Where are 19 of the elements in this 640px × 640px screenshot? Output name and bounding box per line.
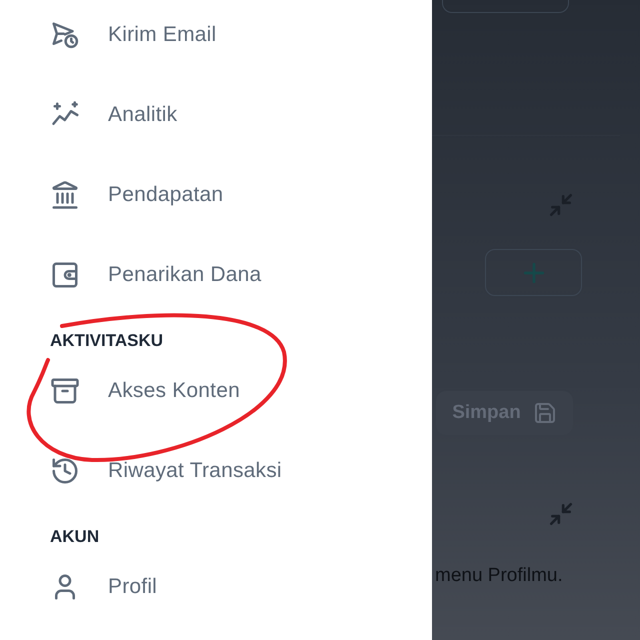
bank-icon — [50, 180, 80, 210]
section-heading: AKUN — [50, 526, 100, 547]
menu-item[interactable]: Riwayat Transaksi — [50, 431, 432, 511]
menu-item[interactable]: Pendapatan — [50, 155, 432, 235]
save-icon — [532, 401, 557, 425]
menu-item[interactable]: Profil — [50, 547, 432, 627]
history-icon — [50, 456, 80, 486]
archive-box-icon — [50, 376, 80, 406]
menu-item[interactable]: Penarikan Dana — [50, 235, 432, 315]
note-text: menu Profilmu. — [435, 565, 564, 587]
wallet-icon — [50, 260, 80, 290]
menu-item[interactable]: Akses Konten — [50, 351, 432, 431]
collapse-icon[interactable] — [548, 192, 574, 218]
collapse-icon[interactable] — [548, 501, 574, 527]
menu-item[interactable]: Analitik — [50, 75, 432, 155]
section-heading: AKTIVITASKU — [50, 330, 164, 351]
add-button[interactable] — [485, 249, 582, 296]
send-clock-icon — [50, 20, 80, 50]
menu-item[interactable]: Kirim Email — [50, 0, 432, 75]
